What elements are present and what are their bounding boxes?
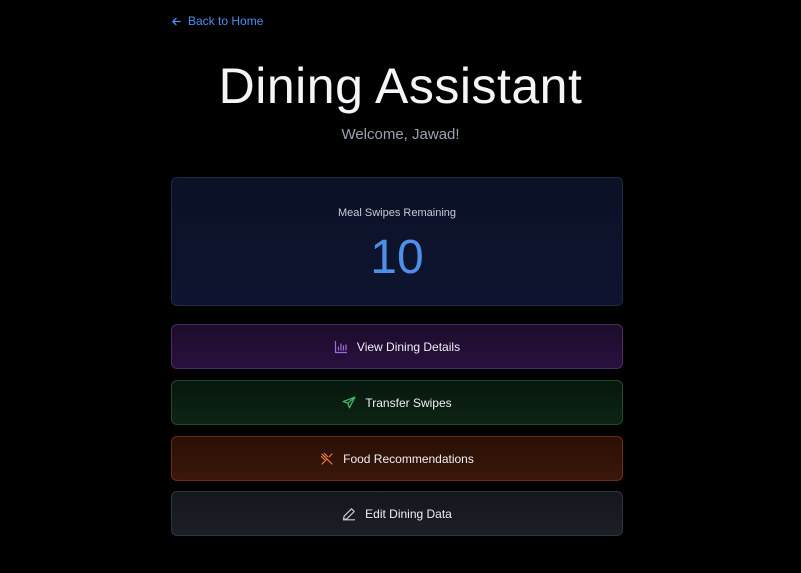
- back-to-home-link[interactable]: Back to Home: [171, 12, 263, 30]
- arrow-left-icon: [172, 17, 181, 25]
- transfer-swipes-label: Transfer Swipes: [365, 395, 452, 410]
- edit-dining-data-label: Edit Dining Data: [365, 506, 452, 521]
- welcome-message: Welcome, Jawad!: [341, 126, 460, 143]
- send-icon: [342, 396, 356, 408]
- view-dining-details-label: View Dining Details: [356, 339, 461, 354]
- view-dining-details-button[interactable]: View Dining Details: [171, 324, 623, 369]
- food-recommendations-button[interactable]: Food Recommendations: [171, 436, 623, 481]
- transfer-swipes-button[interactable]: Transfer Swipes: [171, 380, 623, 425]
- food-recommendations-label: Food Recommendations: [343, 451, 474, 466]
- utensils-crossed-icon: [321, 452, 333, 465]
- page: Back to Home Dining Assistant Welcome, J…: [0, 0, 801, 573]
- meal-swipes-label: Meal Swipes Remaining: [338, 207, 456, 219]
- pencil-icon: [343, 507, 356, 520]
- bar-chart-icon: [334, 340, 348, 353]
- back-to-home-label: Back to Home: [188, 14, 264, 28]
- edit-dining-data-button[interactable]: Edit Dining Data: [171, 491, 623, 536]
- meal-swipes-card: Meal Swipes Remaining 10: [171, 177, 623, 306]
- meal-swipes-count: 10: [370, 231, 424, 284]
- page-title: Dining Assistant: [218, 58, 583, 114]
